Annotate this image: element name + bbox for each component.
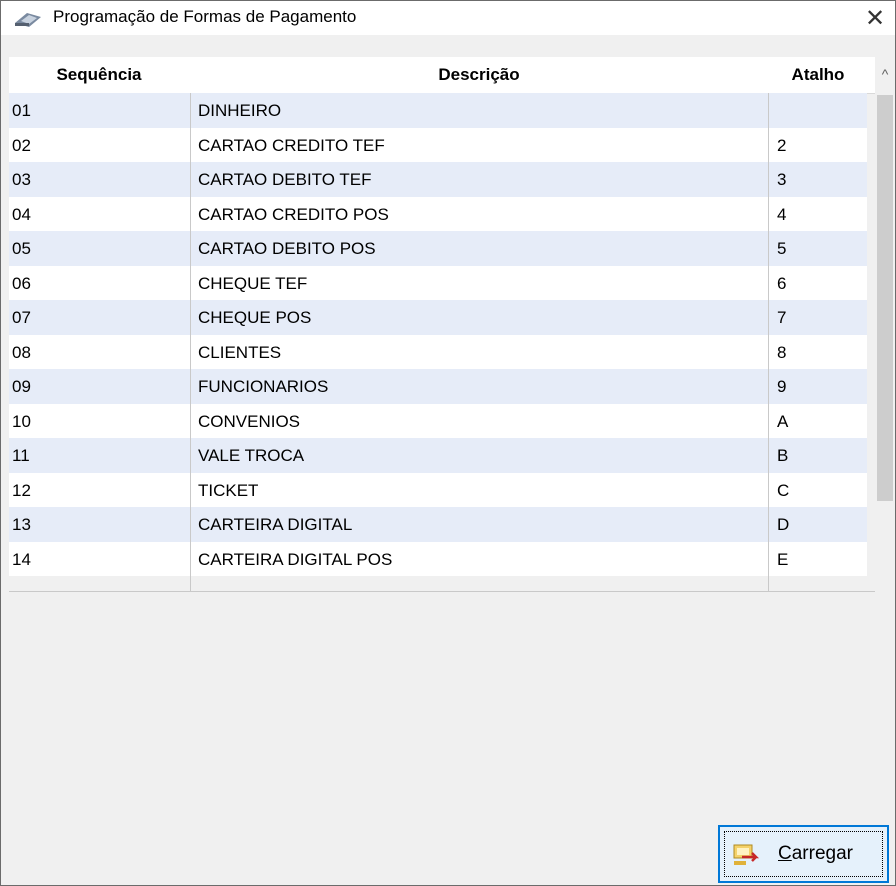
cell-sequence[interactable]: 08 — [12, 335, 190, 370]
cell-description[interactable]: CARTEIRA DIGITAL POS — [198, 542, 768, 577]
table-row[interactable]: 06 CHEQUE TEF 6 — [9, 265, 867, 301]
cell-sequence[interactable]: 01 — [12, 93, 190, 128]
table-row[interactable]: 02 CARTAO CREDITO TEF 2 — [9, 127, 867, 163]
cell-shortcut[interactable]: C — [777, 473, 867, 508]
cell-description[interactable]: CARTAO DEBITO TEF — [198, 162, 768, 197]
cell-shortcut[interactable]: A — [777, 404, 867, 439]
cell-sequence[interactable]: 11 — [12, 438, 190, 473]
cell-sequence[interactable]: 02 — [12, 128, 190, 163]
cell-sequence[interactable]: 07 — [12, 300, 190, 335]
vertical-scrollbar[interactable]: ^ ⌄ — [875, 57, 895, 854]
scroll-thumb[interactable] — [877, 95, 893, 501]
cell-shortcut[interactable]: 2 — [777, 128, 867, 163]
table-row[interactable]: 12 TICKET C — [9, 472, 867, 508]
cell-shortcut[interactable] — [777, 93, 867, 128]
column-header-shortcut[interactable]: Atalho — [769, 57, 867, 93]
cell-shortcut[interactable]: 8 — [777, 335, 867, 370]
grid-header: Sequência Descrição Atalho — [9, 57, 887, 94]
app-icon — [13, 9, 43, 29]
cell-description[interactable]: CARTAO CREDITO TEF — [198, 128, 768, 163]
cell-sequence[interactable]: 14 — [12, 542, 190, 577]
cell-sequence[interactable]: 03 — [12, 162, 190, 197]
cell-shortcut[interactable]: 4 — [777, 197, 867, 232]
cell-sequence[interactable]: 05 — [12, 231, 190, 266]
grid-bottom-border — [9, 591, 875, 592]
load-button[interactable]: Carregar — [718, 825, 889, 883]
cell-description[interactable]: DINHEIRO — [198, 93, 768, 128]
title-bar: Programação de Formas de Pagamento ✕ — [1, 1, 895, 35]
cell-description[interactable]: TICKET — [198, 473, 768, 508]
scroll-up-icon[interactable]: ^ — [875, 63, 895, 85]
cell-sequence[interactable]: 12 — [12, 473, 190, 508]
table-row[interactable]: 01 DINHEIRO — [9, 93, 867, 128]
cell-shortcut[interactable]: 3 — [777, 162, 867, 197]
cell-shortcut[interactable]: D — [777, 507, 867, 542]
cell-description[interactable]: CARTAO CREDITO POS — [198, 197, 768, 232]
column-divider — [768, 93, 769, 591]
payment-methods-window: Programação de Formas de Pagamento ✕ Seq… — [0, 0, 896, 886]
cell-shortcut[interactable]: B — [777, 438, 867, 473]
close-button[interactable]: ✕ — [855, 1, 895, 35]
cell-description[interactable]: CONVENIOS — [198, 404, 768, 439]
cell-sequence[interactable]: 09 — [12, 369, 190, 404]
table-row[interactable]: 07 CHEQUE POS 7 — [9, 300, 867, 335]
window-title: Programação de Formas de Pagamento — [53, 7, 357, 26]
cell-sequence[interactable]: 13 — [12, 507, 190, 542]
cell-description[interactable]: CHEQUE POS — [198, 300, 768, 335]
table-row[interactable]: 13 CARTEIRA DIGITAL D — [9, 507, 867, 542]
table-row[interactable]: 03 CARTAO DEBITO TEF 3 — [9, 162, 867, 197]
cell-description[interactable]: CARTAO DEBITO POS — [198, 231, 768, 266]
cell-sequence[interactable]: 10 — [12, 404, 190, 439]
cell-description[interactable]: FUNCIONARIOS — [198, 369, 768, 404]
cell-shortcut[interactable]: 9 — [777, 369, 867, 404]
load-button-label: Carregar — [778, 843, 853, 864]
cell-description[interactable]: CLIENTES — [198, 335, 768, 370]
column-header-description[interactable]: Descrição — [190, 57, 768, 93]
column-divider — [190, 93, 191, 591]
cell-description[interactable]: CHEQUE TEF — [198, 266, 768, 301]
cell-shortcut[interactable]: E — [777, 542, 867, 577]
table-row[interactable]: 09 FUNCIONARIOS 9 — [9, 369, 867, 404]
table-row[interactable]: 10 CONVENIOS A — [9, 403, 867, 439]
cell-shortcut[interactable]: 6 — [777, 266, 867, 301]
cell-shortcut[interactable]: 7 — [777, 300, 867, 335]
grid-rows: 01 DINHEIRO 02 CARTAO CREDITO TEF 2 03 CARTAO … — [9, 93, 867, 576]
table-row[interactable]: 08 CLIENTES 8 — [9, 334, 867, 370]
cell-description[interactable]: CARTEIRA DIGITAL — [198, 507, 768, 542]
cell-shortcut[interactable]: 5 — [777, 231, 867, 266]
cell-sequence[interactable]: 06 — [12, 266, 190, 301]
cell-description[interactable]: VALE TROCA — [198, 438, 768, 473]
table-row[interactable]: 14 CARTEIRA DIGITAL POS E — [9, 541, 867, 577]
table-row[interactable]: 04 CARTAO CREDITO POS 4 — [9, 196, 867, 232]
load-icon — [732, 843, 760, 867]
table-row[interactable]: 05 CARTAO DEBITO POS 5 — [9, 231, 867, 266]
close-icon: ✕ — [864, 4, 886, 32]
table-row[interactable]: 11 VALE TROCA B — [9, 438, 867, 473]
column-header-sequence[interactable]: Sequência — [9, 57, 189, 93]
cell-sequence[interactable]: 04 — [12, 197, 190, 232]
